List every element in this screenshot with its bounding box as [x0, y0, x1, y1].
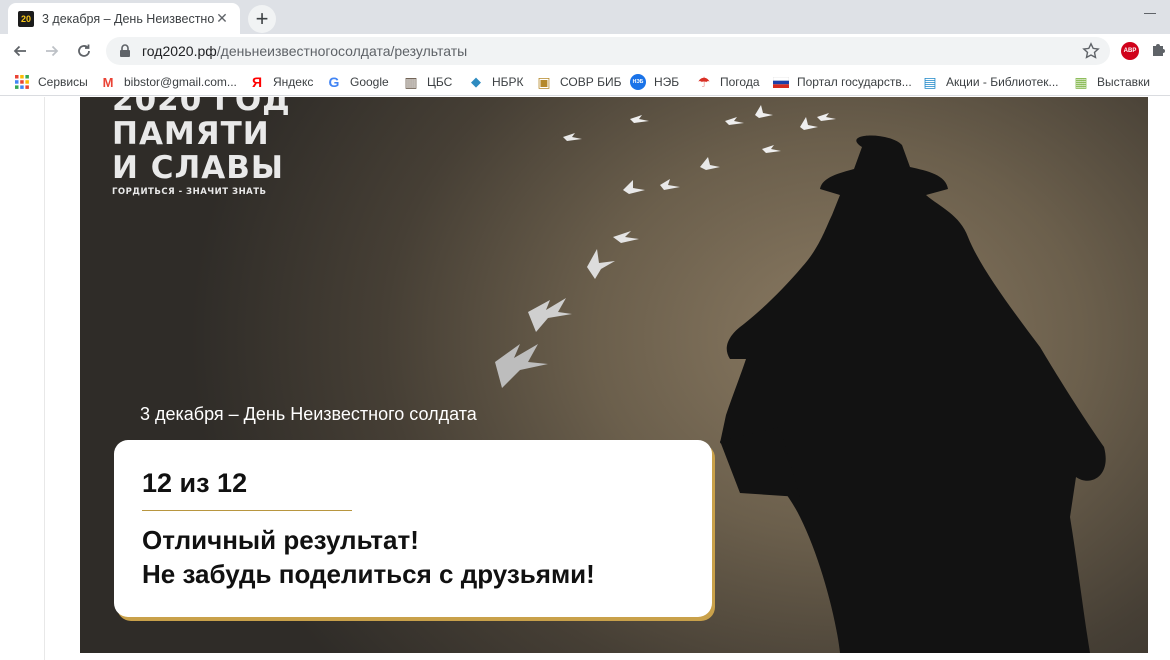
russia-flag-icon — [773, 74, 789, 90]
apps-grid-icon — [14, 74, 30, 90]
url-text: год2020.рф/деньнеизвестногосолдата/резул… — [142, 43, 467, 59]
bookmark-label: НЭБ — [654, 75, 680, 89]
reload-button[interactable] — [71, 38, 97, 64]
nbrk-icon: ◆ — [471, 74, 481, 89]
bookmark-label: ЦБС — [427, 75, 453, 89]
logo-line-2: ПАМЯТИ — [112, 116, 270, 152]
bookmark-services[interactable]: Сервисы — [14, 73, 88, 91]
bookmark-label: Google — [350, 75, 389, 89]
soldier-silhouette — [720, 135, 1106, 653]
arrow-right-icon — [46, 45, 59, 57]
bookmark-label: Яндекс — [273, 75, 314, 89]
sovr-bib-icon: ▣ — [537, 73, 551, 90]
neb-icon: НЭБ — [630, 74, 646, 90]
bookmark-label: Акции - Библиотек... — [946, 75, 1059, 89]
minimize-window-button[interactable] — [1144, 2, 1156, 14]
bookmark-label: НБРК — [492, 75, 524, 89]
bookmark-gmail[interactable]: M bibstor@gmail.com... — [100, 73, 237, 91]
browser-toolbar: год2020.рф/деньнеизвестногосолдата/резул… — [0, 34, 1170, 68]
library-icon: ▥ — [404, 73, 418, 90]
forward-button[interactable] — [39, 38, 65, 64]
bookmark-label: Портал государств... — [797, 75, 912, 89]
page-content: 2020 ГОД ПАМЯТИ И СЛАВЫ ГОРДИТЬСЯ - ЗНАЧ… — [0, 97, 1170, 660]
bookmark-exhibitions[interactable]: ▦ Выставки — [1073, 73, 1150, 91]
bookmark-gov-portal[interactable]: Портал государств... — [773, 73, 912, 91]
url-host: год2020.рф — [142, 43, 217, 59]
bookmark-library-actions[interactable]: ▤ Акции - Библиотек... — [922, 73, 1059, 91]
year-of-memory-logo: 2020 ГОД ПАМЯТИ И СЛАВЫ ГОРДИТЬСЯ - ЗНАЧ… — [112, 97, 291, 197]
result-card: 12 из 12 Отличный результат! Не забудь п… — [114, 440, 712, 617]
bookmark-label: bibstor@gmail.com... — [124, 75, 237, 89]
gmail-icon: M — [102, 74, 114, 90]
extensions-puzzle-icon[interactable] — [1150, 41, 1168, 59]
tab-strip: 20 3 декабря – День Неизвестного ✕ + — [0, 0, 1170, 34]
site-favicon-icon: 20 — [18, 10, 34, 27]
logo-line-1: 2020 ГОД — [112, 97, 291, 118]
bookmark-label: Погода — [720, 75, 760, 89]
adblock-extension-icon[interactable]: ABP — [1121, 42, 1139, 60]
banner-subtitle: 3 декабря – День Неизвестного солдата — [140, 404, 477, 424]
bookmark-label: СОВР БИБ — [560, 75, 622, 89]
bookmark-label: Выставки — [1097, 75, 1150, 89]
lock-icon[interactable] — [118, 44, 132, 58]
close-tab-icon[interactable]: ✕ — [214, 10, 230, 27]
url-path: /деньнеизвестногосолдата/результаты — [216, 43, 468, 59]
new-tab-button[interactable]: + — [248, 5, 276, 33]
back-button[interactable] — [7, 38, 33, 64]
library-actions-icon: ▤ — [923, 73, 937, 90]
bookmark-yandex[interactable]: Я Яндекс — [249, 73, 313, 91]
bookmark-sovr-bib[interactable]: ▣ СОВР БИБ — [536, 73, 621, 91]
bookmark-neb[interactable]: НЭБ НЭБ — [630, 73, 679, 91]
page-edge-divider — [44, 97, 45, 660]
bookmark-star-icon[interactable] — [1082, 42, 1100, 60]
umbrella-icon: ☂ — [697, 73, 711, 90]
browser-tab[interactable]: 20 3 декабря – День Неизвестного ✕ — [8, 3, 240, 34]
yandex-icon: Я — [251, 74, 263, 90]
exhibitions-icon: ▦ — [1074, 73, 1088, 90]
bookmark-nbrk[interactable]: ◆ НБРК — [468, 73, 524, 91]
bookmark-label: Сервисы — [38, 75, 88, 89]
bookmark-google[interactable]: G Google — [326, 73, 389, 91]
bookmark-cbs[interactable]: ▥ ЦБС — [403, 73, 452, 91]
logo-line-3: И СЛАВЫ — [112, 150, 284, 186]
memorial-banner: 2020 ГОД ПАМЯТИ И СЛАВЫ ГОРДИТЬСЯ - ЗНАЧ… — [80, 97, 1148, 653]
arrow-left-icon — [13, 45, 26, 57]
reload-icon — [78, 44, 90, 57]
result-message-line-1: Отличный результат! — [142, 525, 419, 555]
bookmark-weather[interactable]: ☂ Погода — [696, 73, 760, 91]
score-underline-divider — [142, 510, 352, 511]
bookmarks-bar: Сервисы M bibstor@gmail.com... Я Яндекс … — [0, 68, 1170, 96]
google-icon: G — [328, 74, 340, 90]
tab-title: 3 декабря – День Неизвестного — [42, 11, 214, 26]
address-bar[interactable]: год2020.рф/деньнеизвестногосолдата/резул… — [106, 37, 1110, 65]
quiz-score: 12 из 12 — [142, 468, 248, 498]
result-message-line-2: Не забудь поделиться с друзьями! — [142, 559, 595, 589]
logo-tagline: ГОРДИТЬСЯ - ЗНАЧИТ ЗНАТЬ — [112, 187, 267, 197]
